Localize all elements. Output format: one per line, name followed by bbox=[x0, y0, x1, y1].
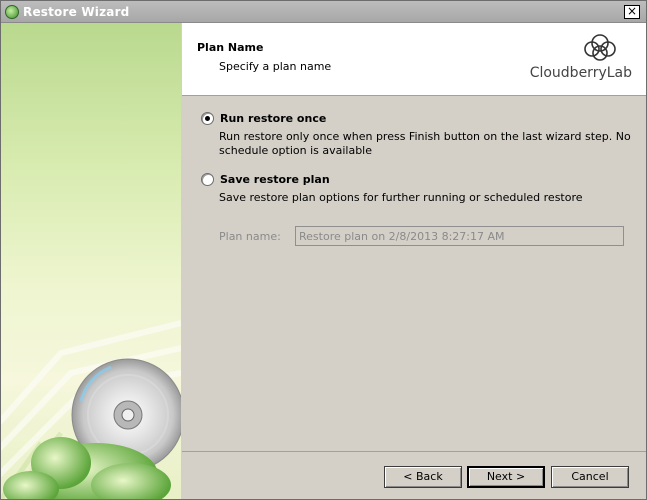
step-subtitle: Specify a plan name bbox=[219, 60, 332, 73]
save-plan-radio[interactable] bbox=[201, 173, 214, 186]
close-button[interactable]: × bbox=[624, 5, 640, 19]
wizard-footer: < Back Next > Cancel bbox=[182, 451, 646, 499]
cloudberry-logo-icon bbox=[584, 34, 616, 61]
plan-name-input[interactable]: Restore plan on 2/8/2013 8:27:17 AM bbox=[295, 226, 624, 246]
restore-wizard-window: Restore Wizard × Plan Name Specify a pla… bbox=[0, 0, 647, 500]
plan-name-label: Plan name: bbox=[219, 230, 281, 243]
wizard-sidebar-artwork bbox=[1, 23, 181, 499]
cancel-button[interactable]: Cancel bbox=[551, 466, 629, 488]
run-once-description: Run restore only once when press Finish … bbox=[219, 130, 631, 158]
run-once-description-line1: Run restore only once when press Finish … bbox=[219, 130, 631, 143]
run-once-description-line2: schedule option is available bbox=[219, 144, 373, 157]
save-plan-description: Save restore plan options for further ru… bbox=[219, 191, 583, 204]
app-icon bbox=[5, 5, 19, 19]
wizard-content: Run restore once Run restore only once w… bbox=[182, 97, 646, 451]
sidebar-cd-illustration bbox=[1, 320, 181, 499]
window-title: Restore Wizard bbox=[23, 5, 130, 19]
step-title: Plan Name bbox=[197, 41, 264, 54]
wizard-step-header: Plan Name Specify a plan name Cloudberry… bbox=[182, 23, 646, 96]
back-button[interactable]: < Back bbox=[384, 466, 462, 488]
title-bar[interactable]: Restore Wizard × bbox=[1, 1, 646, 23]
next-button[interactable]: Next > bbox=[467, 466, 545, 488]
run-once-radio[interactable] bbox=[201, 112, 214, 125]
cloudberry-logo: CloudberryLab bbox=[530, 33, 632, 87]
save-plan-label[interactable]: Save restore plan bbox=[220, 173, 330, 186]
run-once-label[interactable]: Run restore once bbox=[220, 112, 326, 125]
logo-text: CloudberryLab bbox=[529, 65, 632, 81]
